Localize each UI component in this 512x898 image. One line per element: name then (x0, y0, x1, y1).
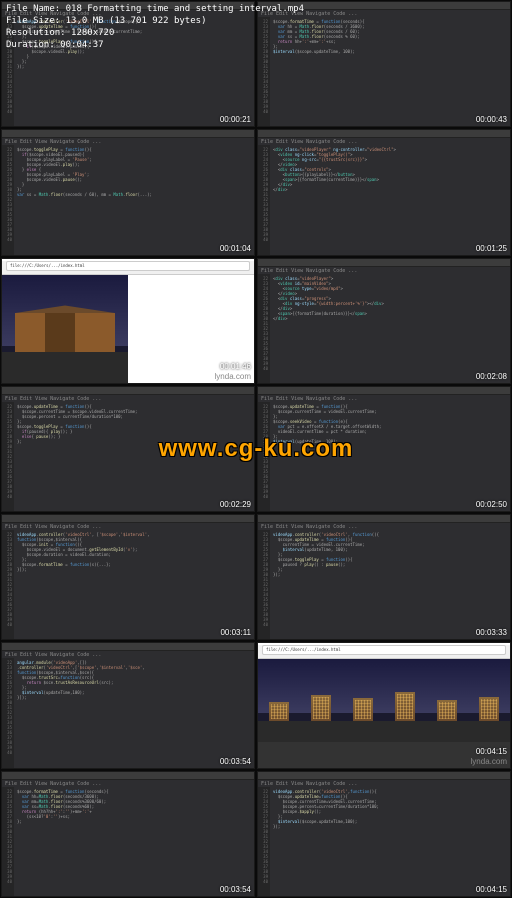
lynda-watermark: lynda.com (471, 757, 507, 766)
thumb-3[interactable]: File Edit View Navigate Code ... 22 23 2… (1, 129, 255, 255)
timestamp: 00:03:54 (220, 757, 251, 766)
timestamp: 00:01:25 (476, 244, 507, 253)
timestamp: 00:02:50 (476, 500, 507, 509)
building-icon (395, 692, 415, 722)
timestamp: 00:01:04 (220, 244, 251, 253)
browser-url-bar[interactable]: file:///C:/Users/.../index.html (6, 261, 250, 271)
thumb-6[interactable]: File Edit View Navigate Code ... 22 23 2… (257, 258, 511, 384)
city-buildings (258, 688, 510, 721)
browser-url-bar[interactable]: file:///C:/Users/.../index.html (262, 645, 506, 655)
editor-titlebar (258, 387, 510, 395)
resolution: Resolution: 1280x720 (6, 27, 506, 39)
video-preview[interactable] (2, 275, 128, 384)
editor-titlebar (258, 259, 510, 267)
browser-viewport (2, 275, 254, 384)
editor-titlebar (2, 130, 254, 138)
editor-titlebar (2, 643, 254, 651)
line-gutter: 22 23 24 25 26 27 28 29 30 31 32 33 34 3… (2, 145, 14, 254)
building-icon (479, 697, 499, 722)
editor-menu: File Edit View Navigate Code ... (258, 138, 510, 145)
editor-menu: File Edit View Navigate Code ... (258, 267, 510, 274)
code-content: <div class="videoPlayer" ng-controller="… (271, 145, 510, 244)
thumb-13[interactable]: File Edit View Navigate Code ... 22 23 2… (1, 771, 255, 897)
editor-menu: File Edit View Navigate Code ... (258, 523, 510, 530)
code-content: $scope.togglePlay = function(){ if($scop… (15, 145, 254, 244)
browser-viewport (258, 659, 510, 768)
line-gutter: 22 23 24 25 26 27 28 29 30 31 32 33 34 3… (2, 787, 14, 896)
lynda-watermark: lynda.com (215, 372, 251, 381)
code-content: angular.module('videoApp',[]) .controlle… (15, 658, 254, 757)
ground (258, 721, 510, 742)
file-info-header: File Name: 018 Formatting time and setti… (0, 0, 512, 54)
editor-titlebar (2, 772, 254, 780)
line-gutter: 22 23 24 25 26 27 28 29 30 31 32 33 34 3… (258, 274, 270, 383)
building-icon (269, 702, 289, 722)
filesize: File Size: 13,0 MB (13 701 922 bytes) (6, 15, 506, 27)
editor-menu: File Edit View Navigate Code ... (2, 138, 254, 145)
timestamp: 00:01:46 (220, 362, 251, 371)
thumb-4[interactable]: File Edit View Navigate Code ... 22 23 2… (257, 129, 511, 255)
thumb-10[interactable]: File Edit View Navigate Code ... 22 23 2… (257, 514, 511, 640)
thumb-11[interactable]: File Edit View Navigate Code ... 22 23 2… (1, 642, 255, 768)
editor-menu: File Edit View Navigate Code ... (2, 780, 254, 787)
code-content: videoApp.controller('videoCtrl', functio… (271, 530, 510, 629)
building-icon (437, 700, 457, 722)
editor-menu: File Edit View Navigate Code ... (2, 395, 254, 402)
line-gutter: 22 23 24 25 26 27 28 29 30 31 32 33 34 3… (258, 145, 270, 254)
building-icon (311, 695, 331, 721)
thumb-9[interactable]: File Edit View Navigate Code ... 22 23 2… (1, 514, 255, 640)
editor-titlebar (258, 130, 510, 138)
editor-menu: File Edit View Navigate Code ... (258, 780, 510, 787)
thumb-12-browser[interactable]: file:///C:/Users/.../index.html lynda.co… (257, 642, 511, 768)
editor-menu: File Edit View Navigate Code ... (2, 651, 254, 658)
line-gutter: 22 23 24 25 26 27 28 29 30 31 32 33 34 3… (258, 787, 270, 896)
building-graphic (15, 313, 116, 352)
video-controls[interactable] (2, 377, 128, 384)
timestamp: 00:02:29 (220, 500, 251, 509)
browser-chrome: file:///C:/Users/.../index.html (258, 645, 510, 659)
watermark-site: www.cg-ku.com (159, 435, 354, 463)
duration: Duration: 00:04:37 (6, 39, 506, 51)
code-content: videoApp.controller('videoCtrl',function… (271, 787, 510, 886)
timestamp: 00:00:21 (220, 115, 251, 124)
editor-menu: File Edit View Navigate Code ... (258, 395, 510, 402)
timestamp: 00:03:33 (476, 628, 507, 637)
code-content: videoApp.controller('videoCtrl', ['$scop… (15, 530, 254, 629)
line-gutter: 22 23 24 25 26 27 28 29 30 31 32 33 34 3… (258, 530, 270, 639)
editor-titlebar (2, 515, 254, 523)
browser-chrome: file:///C:/Users/.../index.html (2, 261, 254, 275)
code-content: $scope.formatTime = function(seconds){ v… (15, 787, 254, 886)
line-gutter: 22 23 24 25 26 27 28 29 30 31 32 33 34 3… (2, 402, 14, 511)
editor-titlebar (258, 515, 510, 523)
editor-menu: File Edit View Navigate Code ... (2, 523, 254, 530)
editor-titlebar (258, 772, 510, 780)
building-icon (353, 698, 373, 721)
filename: File Name: 018 Formatting time and setti… (6, 3, 506, 15)
timestamp: 00:03:54 (220, 885, 251, 894)
timestamp: 00:04:15 (476, 747, 507, 756)
code-content: <div class="videoPlayer"> <video id="mai… (271, 274, 510, 373)
editor-titlebar (2, 387, 254, 395)
timestamp: 00:03:11 (220, 628, 251, 637)
line-gutter: 22 23 24 25 26 27 28 29 30 31 32 33 34 3… (2, 658, 14, 767)
thumb-5-browser[interactable]: file:///C:/Users/.../index.html lynda.co… (1, 258, 255, 384)
video-preview[interactable] (258, 659, 510, 742)
thumb-14[interactable]: File Edit View Navigate Code ... 22 23 2… (257, 771, 511, 897)
timestamp: 00:02:08 (476, 372, 507, 381)
timestamp: 00:00:43 (476, 115, 507, 124)
timestamp: 00:04:15 (476, 885, 507, 894)
line-gutter: 22 23 24 25 26 27 28 29 30 31 32 33 34 3… (2, 530, 14, 639)
